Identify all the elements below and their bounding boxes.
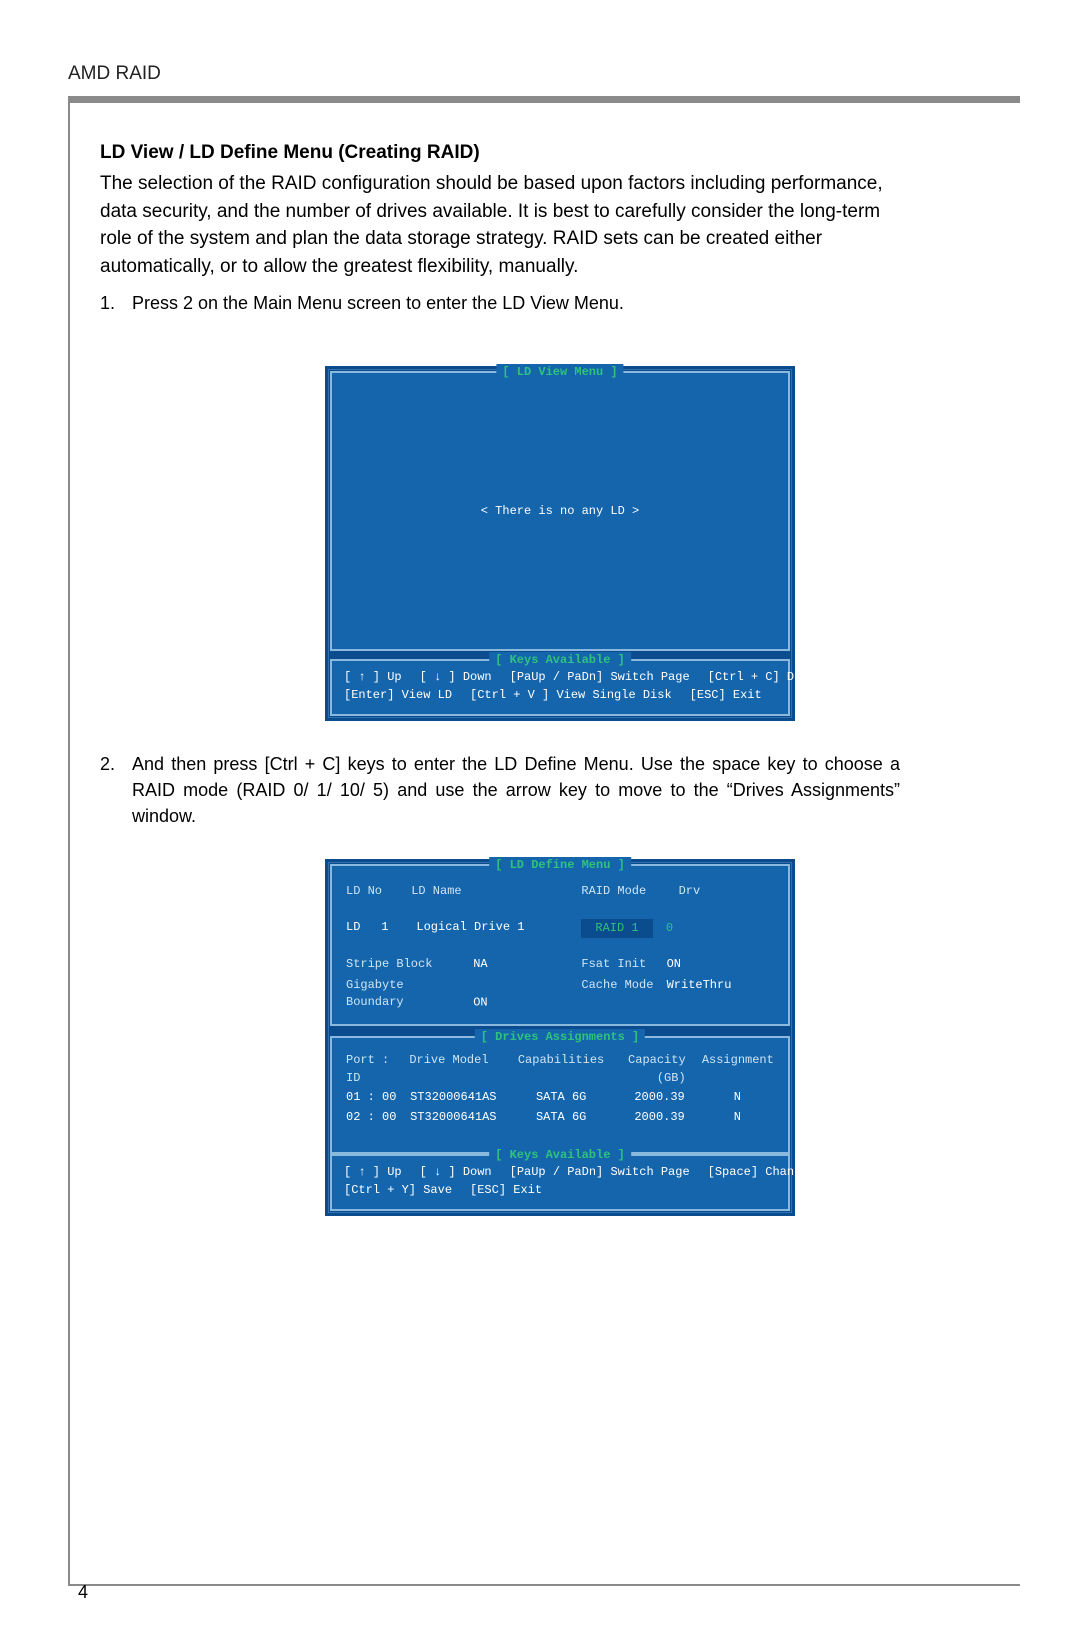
doc-title: AMD RAID <box>68 60 1020 88</box>
stripe-block-value: NA <box>473 957 487 971</box>
key-down: [ ↓ ] Down <box>420 669 510 686</box>
key-view-ld: [Enter] View LD <box>344 687 470 704</box>
ld-name-value: Logical Drive 1 <box>416 920 524 934</box>
raid-mode-label: RAID Mode <box>581 883 671 900</box>
step-1-number: 1. <box>100 290 132 316</box>
gigabyte-boundary-label: Gigabyte Boundary <box>346 977 466 1012</box>
key-switch-page: [PaUp / PaDn] Switch Page <box>510 669 708 686</box>
cell-assignment: N <box>701 1089 774 1106</box>
col-assignment: Assignment <box>702 1052 774 1087</box>
step-1: 1. Press 2 on the Main Menu screen to en… <box>100 290 900 316</box>
cell-port: 01 : 00 <box>346 1089 410 1106</box>
ld-name-label: LD Name <box>411 884 461 898</box>
table-row: 02 : 00 ST32000641AS SATA 6G 2000.39 N <box>346 1109 774 1126</box>
col-capacity: Capacity (GB) <box>604 1052 701 1087</box>
col-model: Drive Model <box>409 1052 518 1087</box>
key-exit: [ESC] Exit <box>690 687 780 704</box>
ld-define-keys-title: [ Keys Available ] <box>489 1147 631 1164</box>
key-view-single-disk: [Ctrl + V ] View Single Disk <box>470 687 690 704</box>
ld-view-panel: [ LD View Menu ] < There is no any LD > <box>330 371 790 651</box>
fsat-init-label: Fsat Init <box>581 956 659 973</box>
fsat-init-value: ON <box>667 957 681 971</box>
cell-model: ST32000641AS <box>410 1089 520 1106</box>
col-capabilities: Capabilities <box>518 1052 604 1087</box>
cell-model: ST32000641AS <box>410 1109 520 1126</box>
drv-label: Drv <box>679 884 701 898</box>
cell-assignment: N <box>701 1109 774 1126</box>
cell-capabilities: SATA 6G <box>520 1109 602 1126</box>
cell-capacity: 2000.39 <box>602 1109 700 1126</box>
ld-number: 1 <box>381 919 409 936</box>
key-switch-page: [PaUp / PaDn] Switch Page <box>510 1164 708 1181</box>
drives-assignments-title: [ Drives Assignments ] <box>475 1029 645 1046</box>
cell-capacity: 2000.39 <box>602 1089 700 1106</box>
ld-view-empty-message: < There is no any LD > <box>481 503 639 520</box>
ld-prefix: LD <box>346 919 374 936</box>
ld-view-keys-panel: [ Keys Available ] [ ↑ ] Up [ ↓ ] Down [… <box>330 659 790 716</box>
step-2-number: 2. <box>100 751 132 829</box>
key-change-option: [Space] Change Option <box>708 1164 877 1181</box>
step-2: 2. And then press [Ctrl + C] keys to ent… <box>100 751 900 829</box>
title-rule <box>68 96 1020 103</box>
bios-ld-view-screenshot: [ LD View Menu ] < There is no any LD > … <box>325 366 795 721</box>
cell-capabilities: SATA 6G <box>520 1089 602 1106</box>
ld-view-panel-title: [ LD View Menu ] <box>496 364 623 381</box>
cache-mode-value: WriteThru <box>667 978 732 992</box>
ld-define-panel-title: [ LD Define Menu ] <box>489 857 631 874</box>
table-row: 01 : 00 ST32000641AS SATA 6G 2000.39 N <box>346 1089 774 1106</box>
key-up: [ ↑ ] Up <box>344 1164 420 1181</box>
stripe-block-label: Stripe Block <box>346 956 466 973</box>
ld-define-keys-panel: [ Keys Available ] [ ↑ ] Up [ ↓ ] Down [… <box>330 1154 790 1211</box>
step-1-text: Press 2 on the Main Menu screen to enter… <box>132 290 900 316</box>
raid-mode-value: RAID 1 <box>581 919 652 938</box>
cell-port: 02 : 00 <box>346 1109 410 1126</box>
key-up: [ ↑ ] Up <box>344 669 420 686</box>
key-save: [Ctrl + Y] Save <box>344 1182 470 1199</box>
gigabyte-boundary-value: ON <box>473 995 487 1009</box>
drives-assignments-panel: [ Drives Assignments ] Port : ID Drive M… <box>330 1036 790 1154</box>
key-down: [ ↓ ] Down <box>420 1164 510 1181</box>
col-port: Port : ID <box>346 1052 409 1087</box>
ld-view-keys-title: [ Keys Available ] <box>489 652 631 669</box>
ld-define-panel: [ LD Define Menu ] LD No LD Name RAID Mo… <box>330 864 790 1026</box>
key-exit: [ESC] Exit <box>470 1182 560 1199</box>
bios-ld-define-screenshot: [ LD Define Menu ] LD No LD Name RAID Mo… <box>325 859 795 1216</box>
drv-value: 0 <box>666 921 673 935</box>
step-2-text: And then press [Ctrl + C] keys to enter … <box>132 751 900 829</box>
cache-mode-label: Cache Mode <box>581 977 659 994</box>
ld-no-label: LD No <box>346 883 404 900</box>
section-heading: LD View / LD Define Menu (Creating RAID) <box>100 139 1020 167</box>
intro-paragraph: The selection of the RAID configuration … <box>100 170 900 280</box>
key-define-ld: [Ctrl + C] Define LD <box>708 669 870 686</box>
drives-table-header: Port : ID Drive Model Capabilities Capac… <box>346 1052 774 1087</box>
page-number: 4 <box>78 1579 88 1605</box>
content-frame: LD View / LD Define Menu (Creating RAID)… <box>68 103 1020 1586</box>
page: AMD RAID LD View / LD Define Menu (Creat… <box>0 0 1080 1626</box>
